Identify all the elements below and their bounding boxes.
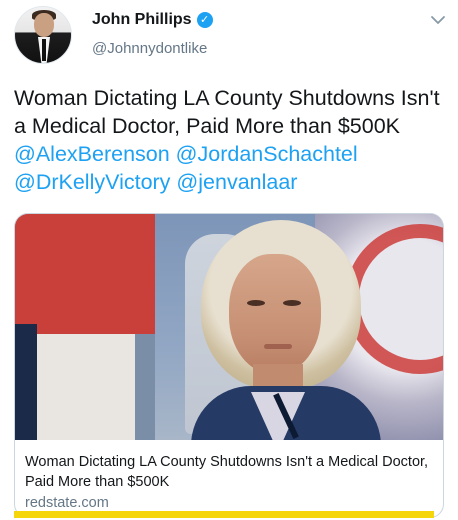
link-card[interactable]: Woman Dictating LA County Shutdowns Isn'… — [14, 213, 444, 518]
card-title[interactable]: Woman Dictating LA County Shutdowns Isn'… — [25, 452, 435, 492]
mention-link[interactable]: @AlexBerenson — [14, 142, 170, 166]
mention-link[interactable]: @jenvanlaar — [176, 170, 297, 194]
article-photo[interactable] — [15, 214, 443, 440]
display-name[interactable]: John Phillips — [92, 11, 192, 29]
name-row: John Phillips ✓ — [92, 11, 213, 29]
tweet-text-plain: Woman Dictating LA County Shutdowns Isn'… — [14, 86, 440, 138]
tweet-text: Woman Dictating LA County Shutdowns Isn'… — [14, 84, 450, 196]
avatar-face — [34, 13, 54, 37]
photo-figure-left — [15, 324, 37, 440]
verified-badge-icon: ✓ — [196, 12, 213, 28]
mention-link[interactable]: @JordanSchachtel — [176, 142, 358, 166]
chevron-down-icon[interactable] — [430, 12, 446, 28]
card-meta: Woman Dictating LA County Shutdowns Isn'… — [25, 452, 435, 511]
photo-mouth — [264, 344, 292, 349]
user-info[interactable]: John Phillips ✓ @Johnnydontlike — [92, 11, 213, 57]
photo-bg-red — [15, 214, 155, 334]
user-handle[interactable]: @Johnnydontlike — [92, 40, 213, 57]
card-domain: redstate.com — [25, 495, 109, 511]
avatar[interactable] — [14, 6, 72, 64]
highlight-bar — [14, 511, 434, 518]
avatar-tie — [42, 39, 46, 61]
photo-eye — [283, 300, 301, 306]
mention-link[interactable]: @DrKellyVictory — [14, 170, 170, 194]
photo-face — [229, 254, 321, 374]
photo-eye — [247, 300, 265, 306]
tweet[interactable]: John Phillips ✓ @Johnnydontlike Woman Di… — [0, 0, 458, 520]
